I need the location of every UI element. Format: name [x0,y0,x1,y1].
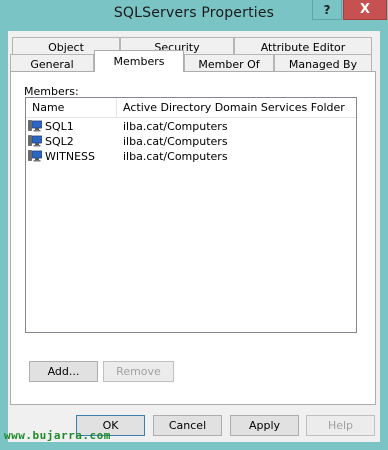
list-item[interactable]: WITNESS ilba.cat/Computers [26,149,356,163]
apply-button-label: Apply [248,419,281,432]
tab-label: General [30,57,74,71]
tab-members[interactable]: Members [94,50,184,72]
cancel-button[interactable]: Cancel [153,415,222,436]
cancel-button-label: Cancel [168,419,207,432]
title-bar[interactable]: SQLServers Properties ? X [0,0,388,31]
member-folder: ilba.cat/Computers [123,119,228,133]
column-header-folder[interactable]: Active Directory Domain Services Folder [117,98,356,118]
list-header: Name Active Directory Domain Services Fo… [26,98,356,118]
apply-button[interactable]: Apply [230,415,299,436]
member-folder: ilba.cat/Computers [123,134,228,148]
add-button[interactable]: Add... [29,361,98,382]
computer-icon [28,150,42,162]
member-name: WITNESS [45,149,95,163]
tab-label: Attribute Editor [260,40,346,54]
question-mark-icon: ? [323,2,331,17]
remove-button[interactable]: Remove [103,361,174,382]
computer-icon [28,120,42,132]
computer-icon [28,135,42,147]
list-item[interactable]: SQL1 ilba.cat/Computers [26,119,356,133]
add-button-label: Add... [47,365,80,378]
tab-label: Managed By [288,57,358,71]
tab-label: Object [48,40,84,54]
member-name: SQL1 [45,119,74,133]
members-list[interactable]: Name Active Directory Domain Services Fo… [25,97,357,333]
list-item[interactable]: SQL2 ilba.cat/Computers [26,134,356,148]
watermark: www.bujarra.com [4,429,111,442]
help-button[interactable]: Help [306,415,375,436]
help-title-button[interactable]: ? [312,0,342,20]
tab-label: Member Of [198,57,260,71]
member-name: SQL2 [45,134,74,148]
remove-button-label: Remove [116,365,161,378]
close-icon: X [359,2,371,17]
tab-label: Members [113,55,165,68]
column-header-name[interactable]: Name [26,98,117,118]
help-button-label: Help [327,419,354,432]
member-folder: ilba.cat/Computers [123,149,228,163]
close-button[interactable]: X [343,0,387,20]
window-frame: SQLServers Properties ? X Object Securit… [0,0,388,450]
